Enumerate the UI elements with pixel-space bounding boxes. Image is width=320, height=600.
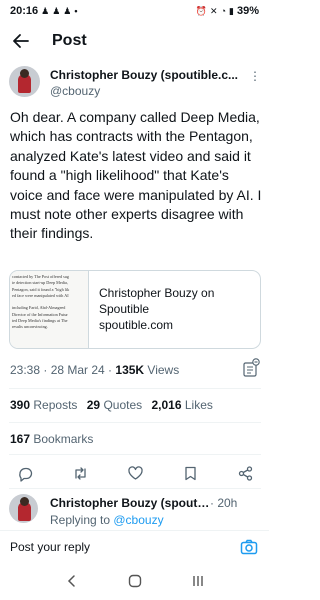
- views-label: Views: [144, 363, 180, 377]
- analytics-icon[interactable]: [242, 358, 260, 378]
- quotes-count[interactable]: 29: [87, 398, 100, 412]
- divider: [9, 422, 261, 423]
- bookmarks-stat[interactable]: 167 Bookmarks: [10, 432, 93, 446]
- link-card-title: Christopher Bouzy on: [99, 286, 215, 300]
- notification-icon: ♟: [63, 5, 72, 16]
- nav-back-icon[interactable]: [62, 571, 82, 591]
- reply-author-name[interactable]: Christopher Bouzy (spouti...: [50, 496, 210, 510]
- engagement-stats: 390 Reposts 29 Quotes 2,016 Likes: [10, 398, 213, 412]
- wifi-icon: ◔: [220, 5, 227, 16]
- status-time: 20:16: [10, 5, 39, 17]
- reply-time: · 20h: [210, 496, 238, 510]
- divider: [9, 488, 261, 489]
- thumb-line: results unconvincing.: [12, 324, 48, 330]
- bookmark-icon[interactable]: [181, 464, 199, 482]
- avatar[interactable]: [9, 66, 40, 97]
- reposts-count[interactable]: 390: [10, 398, 30, 412]
- link-card-info: Christopher Bouzy on Spoutible spoutible…: [89, 271, 214, 348]
- dot-icon: •: [74, 5, 78, 16]
- author-handle[interactable]: @cbouzy: [50, 84, 100, 98]
- reply-input[interactable]: Post your reply: [10, 540, 90, 554]
- page-title: Post: [52, 32, 87, 49]
- views-count: 135K: [115, 363, 145, 377]
- camera-icon[interactable]: [239, 537, 259, 557]
- reply-post[interactable]: Christopher Bouzy (spouti... · 20h Reply…: [9, 492, 261, 532]
- link-card[interactable]: contacted by The Post offered sug ie det…: [9, 270, 261, 349]
- link-card-domain: spoutible.com: [99, 318, 174, 332]
- notification-icon: ♟: [52, 5, 61, 16]
- likes-label[interactable]: Likes: [185, 398, 213, 412]
- share-icon[interactable]: [236, 464, 254, 482]
- replying-prefix: Replying to: [50, 513, 114, 527]
- author-name[interactable]: Christopher Bouzy (spoutible.c...: [50, 68, 250, 82]
- signal-icon: ▮: [229, 5, 234, 16]
- avatar[interactable]: [9, 494, 38, 523]
- mute-icon: ✕: [210, 5, 218, 16]
- reply-icon[interactable]: [16, 464, 34, 482]
- post-timestamp: 23:38 · 28 Mar 24 ·: [10, 363, 116, 377]
- post-meta: 23:38 · 28 Mar 24 · 135K Views: [10, 363, 179, 377]
- post-text: Oh dear. A company called Deep Media, wh…: [10, 109, 262, 242]
- bookmarks-count: 167: [10, 432, 31, 446]
- link-card-title: Spoutible: [99, 302, 150, 316]
- top-bar: Post: [0, 22, 269, 60]
- system-nav-bar: [0, 562, 269, 600]
- quotes-label[interactable]: Quotes: [103, 398, 142, 412]
- post-author: Christopher Bouzy (spoutible.c... @cbouz…: [9, 66, 261, 102]
- action-bar: [10, 462, 260, 484]
- nav-recents-icon[interactable]: [188, 571, 208, 591]
- arrow-left-icon[interactable]: [10, 30, 32, 52]
- reply-compose-bar[interactable]: Post your reply: [0, 530, 269, 562]
- bookmarks-label: Bookmarks: [33, 432, 94, 446]
- battery-percent: 39%: [236, 5, 259, 17]
- replying-to: Replying to @cbouzy: [50, 513, 164, 527]
- divider: [9, 388, 261, 389]
- repost-icon[interactable]: [71, 464, 89, 482]
- like-icon[interactable]: [126, 464, 144, 482]
- divider: [9, 454, 261, 455]
- status-bar: 20:16 ♟ ♟ ♟ • ⏰ ✕ ◔ ▮ 39%: [0, 0, 269, 22]
- likes-count[interactable]: 2,016: [152, 398, 182, 412]
- replying-handle[interactable]: @cbouzy: [113, 513, 163, 527]
- notification-icon: ♟: [41, 5, 50, 16]
- nav-home-icon[interactable]: [125, 571, 145, 591]
- alarm-icon: ⏰: [195, 5, 208, 16]
- more-options-icon[interactable]: ⋮: [249, 70, 261, 82]
- link-card-thumbnail: contacted by The Post offered sug ie det…: [10, 271, 89, 348]
- reposts-label[interactable]: Reposts: [33, 398, 77, 412]
